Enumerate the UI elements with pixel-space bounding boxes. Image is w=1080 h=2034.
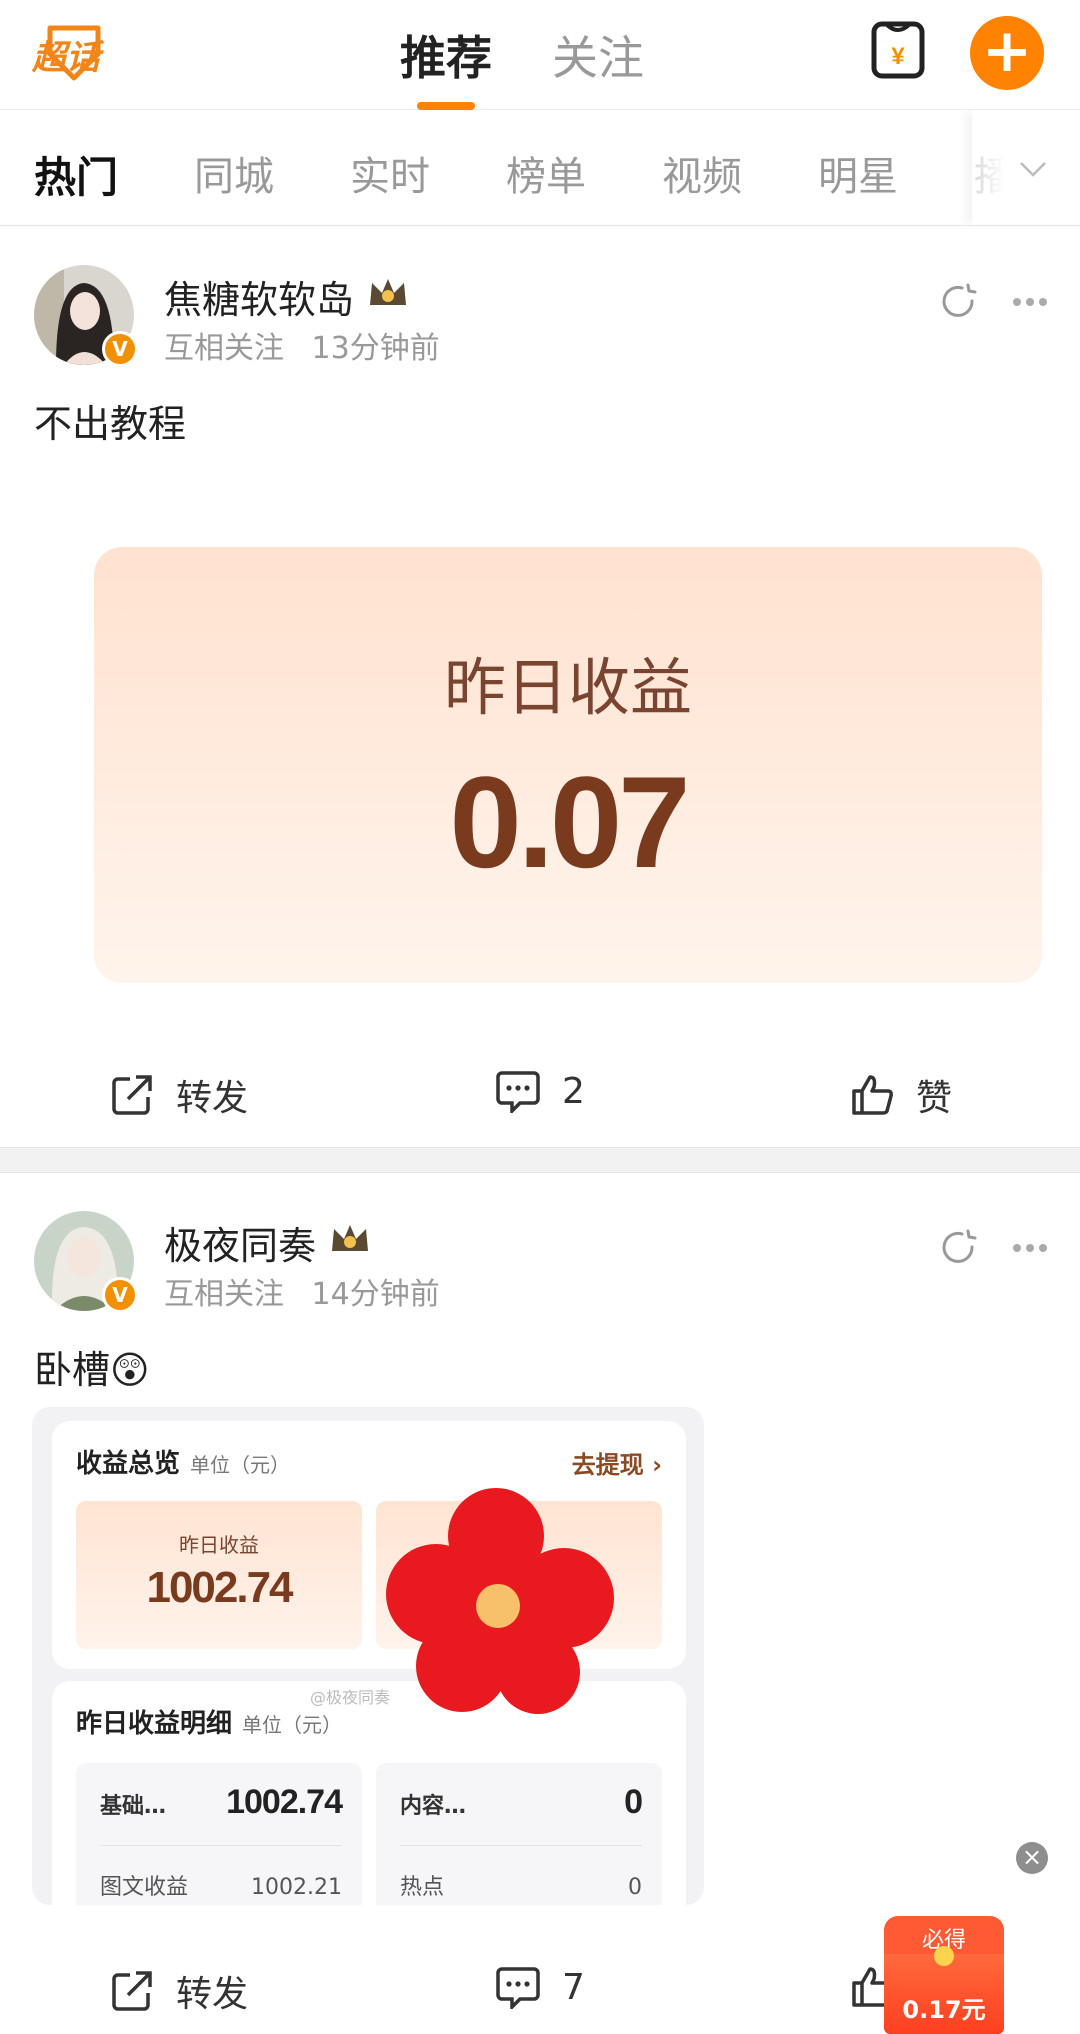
- repost-icon: [112, 1971, 152, 2011]
- detail-value: 1002.74: [226, 1783, 343, 1821]
- refresh-icon[interactable]: [938, 1227, 978, 1267]
- detail-sub-name: 热点: [400, 1875, 445, 1900]
- tab-hot[interactable]: 热门: [34, 144, 118, 205]
- detail-separator: [400, 1845, 642, 1846]
- detail-value: 0: [624, 1783, 643, 1821]
- username[interactable]: 极夜同奏: [164, 1215, 316, 1270]
- avatar[interactable]: V: [34, 265, 138, 367]
- refresh-icon[interactable]: [938, 281, 978, 321]
- close-icon[interactable]: ×: [1016, 1842, 1048, 1874]
- detail-sub-value: 1002.21: [251, 1875, 342, 1900]
- comment-count: 7: [562, 1966, 585, 2008]
- detail-title: 昨日收益明细 单位（元）: [76, 1709, 343, 1739]
- tab-following[interactable]: 关注: [552, 22, 644, 110]
- like-button[interactable]: 赞: [850, 1069, 952, 1121]
- overview-title: 收益总览 单位（元）: [76, 1449, 291, 1479]
- post-meta: 互相关注 13分钟前: [164, 323, 440, 367]
- comment-count: 2: [562, 1070, 585, 1112]
- detail-sub-value: 0: [628, 1875, 642, 1900]
- logo-text: 超话: [32, 38, 100, 78]
- post-text: 不出教程: [34, 402, 187, 446]
- avatar[interactable]: V: [34, 1211, 138, 1313]
- feed-post: V 焦糖软软岛 互相关注 13分钟前 不出教程 昨日收益 0.07 转发 2 赞: [0, 227, 1080, 1147]
- tab-stars[interactable]: 明星: [818, 144, 898, 205]
- overview-unit: 单位（元）: [190, 1453, 291, 1477]
- detail-separator: [100, 1845, 342, 1846]
- detail-box-content: 内容… 0 热点 0: [376, 1763, 662, 1905]
- post-text: 卧槽😲: [34, 1348, 150, 1392]
- earnings-label: 昨日收益: [443, 651, 692, 724]
- crown-level-icon: [332, 1225, 368, 1251]
- category-tabs: 热门 同城 实时 榜单 视频 明星 播: [0, 110, 1080, 226]
- repost-button[interactable]: 转发: [110, 1069, 248, 1121]
- withdraw-link: 去提现 ›: [571, 1451, 662, 1479]
- comment-button[interactable]: 7: [496, 1965, 585, 2009]
- repost-icon: [112, 1075, 152, 1115]
- detail-name: 基础…: [100, 1794, 167, 1819]
- verified-badge: V: [102, 331, 138, 367]
- relation-label: 互相关注: [164, 331, 284, 366]
- like-icon: [852, 1075, 893, 1115]
- red-packet-widget[interactable]: 必得 0.17元: [884, 1916, 1004, 2034]
- tab-recommend[interactable]: 推荐: [400, 22, 492, 110]
- repost-button[interactable]: 转发: [110, 1965, 248, 2017]
- like-label: 赞: [916, 1078, 953, 1119]
- red-packet-amount: 0.17元: [902, 1996, 986, 2024]
- more-options-icon[interactable]: [1012, 297, 1048, 307]
- red-packet-seal-icon: [934, 1946, 954, 1966]
- detail-name: 内容…: [400, 1794, 467, 1819]
- comment-button[interactable]: 2: [496, 1069, 585, 1113]
- post-image-earnings[interactable]: 昨日收益 0.07: [94, 547, 1042, 983]
- crown-level-icon: [370, 279, 406, 305]
- verified-badge: V: [102, 1277, 138, 1313]
- detail-box-basic: 基础… 1002.74 图文收益 1002.21: [76, 1763, 362, 1905]
- yesterday-earnings-card: 昨日收益 1002.74: [76, 1501, 362, 1649]
- create-post-button[interactable]: +: [970, 16, 1044, 90]
- flower-sticker-icon: [386, 1488, 614, 1714]
- repost-label: 转发: [176, 1974, 249, 2015]
- post-time: 13分钟前: [311, 331, 440, 366]
- comment-icon: [496, 1071, 540, 1113]
- top-tabs: 推荐 关注: [400, 22, 644, 110]
- tab-realtime[interactable]: 实时: [350, 144, 430, 205]
- svg-text:¥: ¥: [891, 43, 905, 70]
- super-topic-logo[interactable]: 超话: [30, 22, 110, 84]
- yesterday-value: 1002.74: [146, 1563, 293, 1612]
- relation-label: 互相关注: [164, 1277, 284, 1312]
- tabs-expand-area[interactable]: [972, 110, 1080, 225]
- image-watermark: @极夜同奏: [310, 1688, 391, 1707]
- repost-label: 转发: [176, 1078, 249, 1119]
- chevron-down-icon[interactable]: [1018, 154, 1048, 184]
- post-time: 14分钟前: [311, 1277, 440, 1312]
- earnings-value: 0.07: [449, 749, 690, 895]
- comment-icon: [496, 1967, 540, 2009]
- detail-unit: 单位（元）: [242, 1713, 343, 1737]
- tab-ranking[interactable]: 榜单: [506, 144, 586, 205]
- post-actions: 转发 2 赞: [0, 1047, 1080, 1137]
- username[interactable]: 焦糖软软岛: [164, 269, 354, 324]
- tab-video[interactable]: 视频: [662, 144, 742, 205]
- more-options-icon[interactable]: [1012, 1243, 1048, 1253]
- yesterday-label: 昨日收益: [179, 1533, 259, 1557]
- tab-local[interactable]: 同城: [194, 144, 274, 205]
- post-meta: 互相关注 14分钟前: [164, 1269, 440, 1313]
- wallet-icon[interactable]: ¥: [870, 20, 926, 80]
- top-bar: 超话 推荐 关注 ¥ +: [0, 0, 1080, 110]
- detail-sub-name: 图文收益: [100, 1875, 189, 1900]
- post-divider: [0, 1147, 1080, 1173]
